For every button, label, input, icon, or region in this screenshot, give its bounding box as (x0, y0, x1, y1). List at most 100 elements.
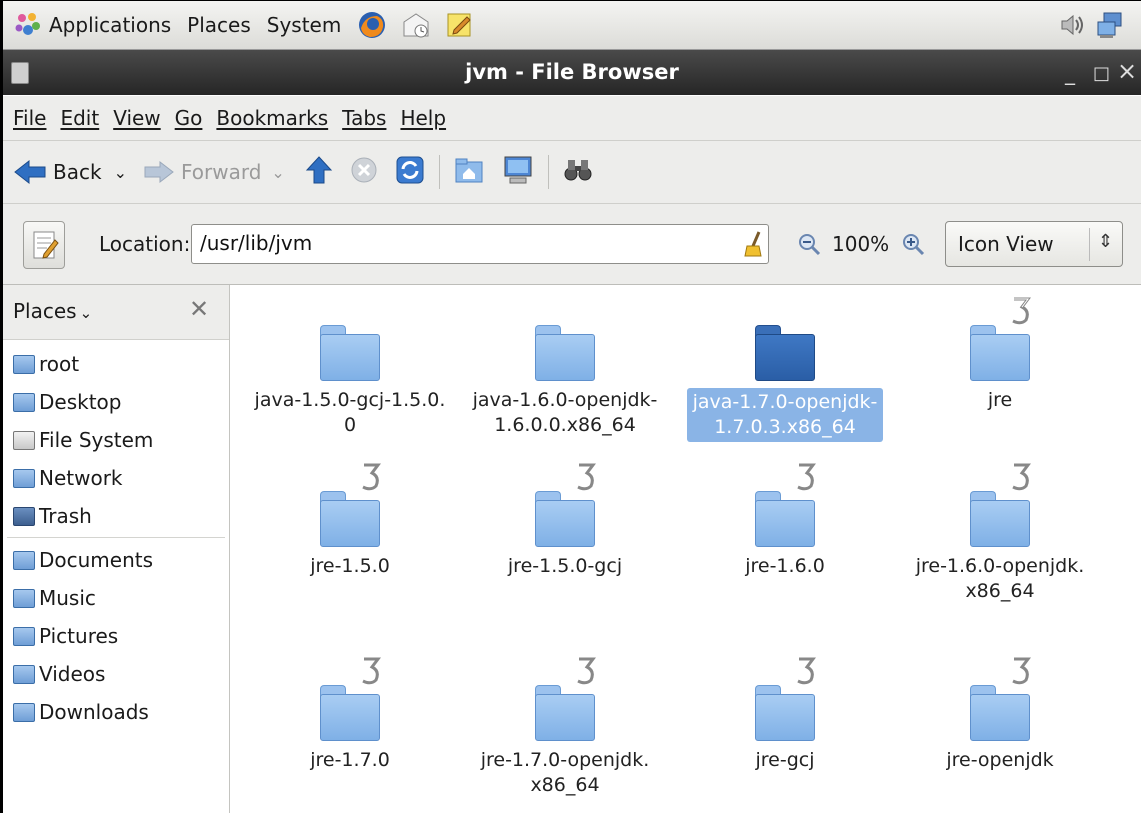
sidebar-item-trash[interactable]: Trash (3, 497, 229, 535)
symlink-arrow-icon (577, 463, 596, 491)
location-label: Location: (99, 232, 191, 256)
panel-menu-places[interactable]: Places (187, 13, 251, 37)
documents-folder-icon (13, 550, 35, 570)
menu-bookmarks[interactable]: Bookmarks (216, 106, 328, 130)
home-folder-icon[interactable] (454, 156, 484, 188)
folder-icon (535, 657, 596, 741)
file-item[interactable]: jre (900, 297, 1100, 413)
sidebar-item-label: root (39, 352, 80, 376)
top-panel: Applications Places System (3, 1, 1141, 50)
symlink-arrow-icon (1012, 297, 1031, 325)
menu-tabs[interactable]: Tabs (342, 106, 386, 130)
stop-icon[interactable] (349, 155, 379, 189)
up-arrow-icon[interactable] (305, 155, 333, 189)
sidebar-item-file-system[interactable]: File System (3, 421, 229, 459)
file-item[interactable]: jre-1.7.0 (250, 657, 450, 773)
file-item[interactable]: jre-1.6.0-openjdk. x86_64 (900, 463, 1100, 604)
sidebar-item-network[interactable]: Network (3, 459, 229, 497)
file-item[interactable]: jre-1.6.0 (685, 463, 885, 579)
computer-icon[interactable] (502, 155, 534, 189)
file-item[interactable]: java-1.6.0-openjdk- 1.6.0.0.x86_64 (465, 325, 665, 438)
file-name: java-1.6.0-openjdk- 1.6.0.0.x86_64 (472, 389, 658, 436)
file-item[interactable]: jre-openjdk (900, 657, 1100, 773)
sidebar-item-music[interactable]: Music (3, 579, 229, 617)
notes-editor-icon[interactable] (445, 10, 475, 40)
menu-view[interactable]: View (113, 106, 160, 130)
volume-icon[interactable] (1057, 10, 1087, 40)
firefox-icon[interactable] (357, 10, 387, 40)
file-name: jre-1.6.0-openjdk. x86_64 (915, 555, 1085, 602)
toggle-location-button[interactable] (23, 221, 65, 269)
panel-menu-applications[interactable]: Applications (49, 13, 171, 37)
sidebar-header: Places ⌄ ✕ (3, 285, 229, 340)
panel-menu-system[interactable]: System (267, 13, 342, 37)
reload-icon[interactable] (395, 155, 425, 189)
menu-help[interactable]: Help (400, 106, 446, 130)
network-status-icon[interactable] (1095, 10, 1125, 40)
sidebar-places-dropdown[interactable]: Places ⌄ (13, 299, 92, 323)
zoom-out-icon[interactable] (797, 232, 821, 260)
file-item[interactable]: jre-1.5.0-gcj (465, 463, 665, 579)
close-sidebar-icon[interactable]: ✕ (189, 295, 209, 323)
file-name: jre-openjdk (946, 749, 1054, 771)
menu-file[interactable]: File (13, 106, 46, 130)
zoom-level[interactable]: 100% (832, 232, 889, 256)
window-titlebar[interactable]: jvm - File Browser _ □ × (3, 50, 1141, 95)
sidebar-item-root[interactable]: root (3, 345, 229, 383)
sidebar-item-desktop[interactable]: Desktop (3, 383, 229, 421)
sidebar: Places ⌄ ✕ root Desktop File System Netwo… (3, 285, 230, 813)
minimize-button[interactable]: _ (1065, 61, 1075, 85)
file-item[interactable]: jre-1.5.0 (250, 463, 450, 579)
back-label: Back (53, 160, 102, 184)
location-input[interactable]: /usr/lib/jvm (191, 224, 769, 264)
folder-icon (320, 463, 381, 547)
close-button[interactable]: × (1117, 57, 1137, 85)
forward-history-chevron-icon[interactable]: ⌄ (271, 163, 284, 182)
home-icon (13, 354, 35, 374)
chevron-down-icon: ⌄ (79, 304, 93, 322)
file-name: jre-1.7.0-openjdk. x86_64 (480, 749, 650, 796)
gnome-foot-icon[interactable] (13, 10, 43, 40)
file-name: jre-1.7.0 (310, 749, 390, 771)
select-updown-icon: ⇕ (1098, 231, 1114, 252)
back-button[interactable]: Back ⌄ (13, 158, 127, 186)
clear-location-broom-icon[interactable] (743, 230, 765, 262)
sidebar-item-documents[interactable]: Documents (3, 541, 229, 579)
file-item[interactable]: jre-gcj (685, 657, 885, 773)
file-item[interactable]: jre-1.7.0-openjdk. x86_64 (465, 657, 665, 798)
forward-label: Forward (180, 160, 262, 184)
back-history-chevron-icon[interactable]: ⌄ (114, 163, 127, 182)
file-name: jre-1.5.0-gcj (507, 555, 623, 577)
toolbar-separator (438, 155, 440, 189)
symlink-arrow-icon (1012, 463, 1031, 491)
location-bar: Location: /usr/lib/jvm 100% Icon View ⇕ (3, 204, 1141, 285)
view-mode-select[interactable]: Icon View ⇕ (945, 221, 1123, 267)
menu-go[interactable]: Go (175, 106, 203, 130)
maximize-button[interactable]: □ (1093, 63, 1110, 84)
sidebar-item-videos[interactable]: Videos (3, 655, 229, 693)
file-icon-view[interactable]: java-1.5.0-gcj-1.5.0. 0 java-1.6.0-openjd… (230, 285, 1141, 813)
sidebar-divider (7, 537, 225, 538)
symlink-arrow-icon (797, 657, 816, 685)
zoom-in-icon[interactable] (901, 232, 925, 260)
downloads-folder-icon (13, 702, 35, 722)
window-title: jvm - File Browser (465, 60, 679, 84)
menu-edit[interactable]: Edit (60, 106, 99, 130)
sidebar-item-label: Trash (39, 504, 92, 528)
sidebar-item-label: Pictures (39, 624, 119, 648)
sidebar-item-downloads[interactable]: Downloads (3, 693, 229, 731)
binoculars-search-icon[interactable] (563, 156, 593, 188)
file-item[interactable]: java-1.5.0-gcj-1.5.0. 0 (250, 325, 450, 438)
symlink-arrow-icon (797, 463, 816, 491)
sidebar-item-label: Documents (39, 548, 154, 572)
file-name: java-1.7.0-openjdk- 1.7.0.3.x86_64 (686, 388, 884, 442)
file-name: jre-1.5.0 (310, 555, 390, 577)
file-item-selected[interactable]: java-1.7.0-openjdk- 1.7.0.3.x86_64 (685, 325, 885, 442)
file-name: java-1.5.0-gcj-1.5.0. 0 (254, 389, 446, 436)
sidebar-item-label: Network (39, 466, 123, 490)
music-folder-icon (13, 588, 35, 608)
forward-button[interactable]: Forward ⌄ (143, 159, 285, 185)
mail-clock-icon[interactable] (401, 10, 431, 40)
harddisk-icon (13, 430, 35, 450)
sidebar-item-pictures[interactable]: Pictures (3, 617, 229, 655)
